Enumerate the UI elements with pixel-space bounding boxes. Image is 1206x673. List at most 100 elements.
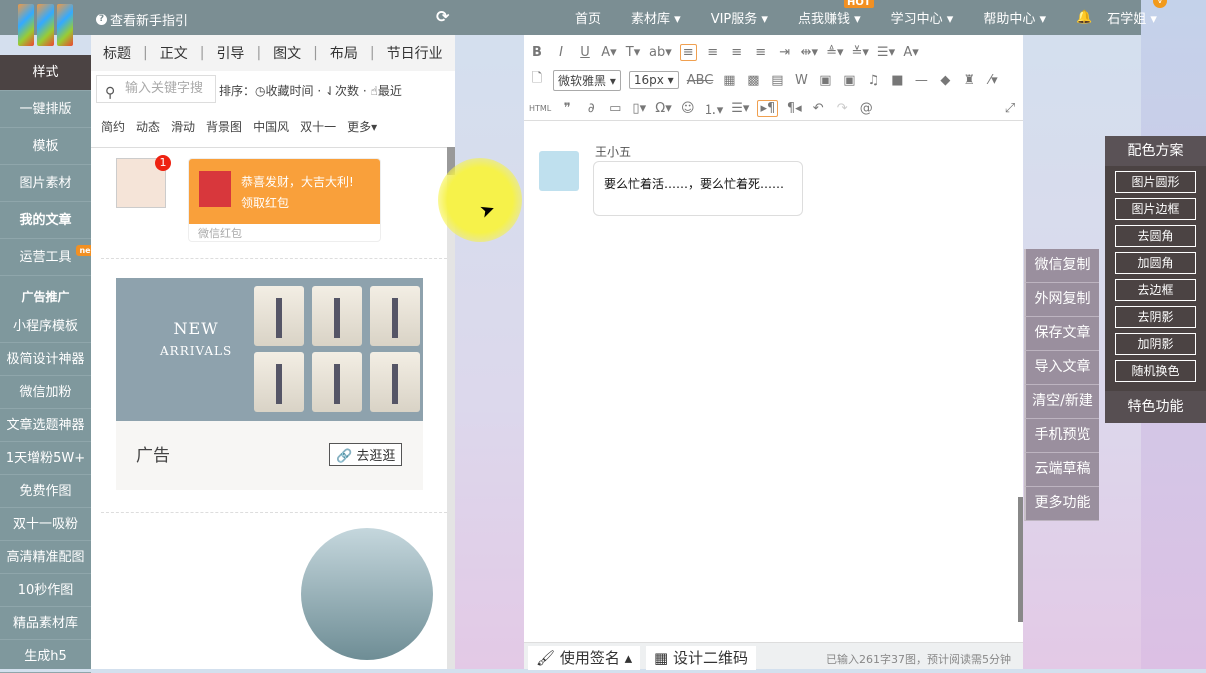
line-height-icon[interactable]: ☰▾ bbox=[877, 45, 895, 60]
align-right-icon[interactable]: ≡ bbox=[729, 45, 745, 60]
redo-icon[interactable]: ↷ bbox=[834, 101, 850, 116]
scheme-button[interactable]: 去圆角 bbox=[1115, 225, 1196, 247]
ordered-list-icon[interactable]: ⒈▾ bbox=[704, 99, 724, 118]
refresh-icon[interactable]: ⟳ bbox=[436, 7, 449, 26]
tab-title[interactable]: 标题 bbox=[103, 43, 131, 63]
align-center-icon[interactable]: ≡ bbox=[705, 45, 721, 60]
scheme-button[interactable]: 去边框 bbox=[1115, 279, 1196, 301]
action-button[interactable]: 清空/新建 bbox=[1024, 385, 1099, 419]
tab-guide[interactable]: 引导 bbox=[216, 43, 244, 63]
go-shopping-button[interactable]: 🔗 去逛逛 bbox=[329, 443, 403, 466]
logo-135[interactable] bbox=[18, 4, 73, 46]
category-item[interactable]: 简约 bbox=[101, 118, 125, 135]
sidebar-ad-item[interactable]: 免费作图 bbox=[0, 475, 91, 508]
category-item[interactable]: 双十一 bbox=[300, 118, 336, 135]
bell-icon[interactable]: 🔔 bbox=[1076, 10, 1092, 25]
sidebar-item-ops-tools[interactable]: 运营工具 new bbox=[0, 239, 101, 276]
nav-earn[interactable]: HOT 点我赚钱 ▾ bbox=[798, 0, 874, 27]
action-button[interactable]: 微信复制 bbox=[1024, 249, 1099, 283]
format-brush-icon[interactable]: ♜ bbox=[961, 73, 977, 88]
sidebar-item-images[interactable]: 图片素材 bbox=[0, 165, 91, 202]
table-icon[interactable]: ▦ bbox=[721, 73, 737, 88]
letter-spacing-icon[interactable]: A▾ bbox=[903, 45, 919, 60]
undo-icon[interactable]: ↶ bbox=[810, 101, 826, 116]
horizontal-rule-icon[interactable]: — bbox=[913, 73, 929, 88]
sidebar-ad-item[interactable]: 微信加粉 bbox=[0, 376, 91, 409]
text-border-icon[interactable]: T▾ bbox=[625, 45, 641, 60]
sort-by-recent[interactable]: ☝最近 bbox=[371, 84, 402, 98]
category-item[interactable]: 中国风 bbox=[253, 118, 289, 135]
sidebar-ad-item[interactable]: 文章选题神器 bbox=[0, 409, 91, 442]
category-item[interactable]: 更多▾ bbox=[347, 118, 377, 135]
eraser-icon[interactable]: ◆ bbox=[937, 73, 953, 88]
category-item[interactable]: 背景图 bbox=[206, 118, 242, 135]
magic-wand-icon[interactable]: ⁄▾ bbox=[985, 73, 1001, 88]
sidebar-ad-item[interactable]: 10秒作图 bbox=[0, 574, 91, 607]
underline-icon[interactable]: U bbox=[577, 45, 593, 60]
design-qrcode-button[interactable]: ▦ 设计二维码 bbox=[646, 646, 756, 670]
red-packet-style[interactable]: 恭喜发财，大吉大利! 领取红包 微信红包 bbox=[188, 158, 381, 242]
action-button[interactable]: 手机预览 bbox=[1024, 419, 1099, 453]
tab-layout[interactable]: 布局 bbox=[330, 43, 358, 63]
search-replace-icon[interactable]: @ bbox=[858, 101, 874, 116]
nav-vip[interactable]: VIP服务 ▾ bbox=[711, 8, 768, 27]
sidebar-ad-item[interactable]: 1天增粉5W+ bbox=[0, 442, 91, 475]
quote-icon[interactable]: ❞ bbox=[559, 101, 575, 116]
sort-by-count[interactable]: ⇃次数 bbox=[325, 84, 359, 98]
color-scheme-title[interactable]: 配色方案 bbox=[1105, 136, 1206, 166]
strikethrough-icon[interactable]: ABC bbox=[687, 73, 714, 88]
para-before-icon[interactable]: ≜▾ bbox=[826, 45, 843, 60]
font-size-select[interactable]: 16px ▾ bbox=[628, 71, 679, 89]
align-left-icon[interactable]: ≡ bbox=[679, 43, 697, 61]
special-char-icon[interactable]: Ω▾ bbox=[655, 101, 671, 116]
sidebar-item-auto-layout[interactable]: 一键排版 bbox=[0, 91, 91, 128]
editor-scrollbar[interactable] bbox=[1018, 497, 1023, 622]
scheme-button[interactable]: 图片边框 bbox=[1115, 198, 1196, 220]
bold-icon[interactable]: B bbox=[529, 45, 545, 60]
unordered-list-icon[interactable]: ☰▾ bbox=[731, 101, 749, 116]
sidebar-item-my-articles[interactable]: 我的文章 bbox=[0, 202, 91, 239]
rtl-icon[interactable]: ¶◂ bbox=[786, 101, 802, 116]
nav-help[interactable]: 帮助中心 ▾ bbox=[983, 8, 1046, 27]
justify-icon[interactable]: ≡ bbox=[753, 45, 769, 60]
sidebar-ad-item[interactable]: 极简设计神器 bbox=[0, 343, 91, 376]
video-icon[interactable]: ■ bbox=[889, 73, 905, 88]
category-item[interactable]: 动态 bbox=[136, 118, 160, 135]
bridge-image-style[interactable] bbox=[131, 528, 433, 669]
tab-body[interactable]: 正文 bbox=[160, 43, 188, 63]
sidebar-ad-item[interactable]: 精品素材库 bbox=[0, 607, 91, 640]
spacing-icon[interactable]: ⇹▾ bbox=[801, 45, 818, 60]
sidebar-ad-item[interactable]: 双十一吸粉 bbox=[0, 508, 91, 541]
features-tab[interactable]: 特色功能 bbox=[1105, 391, 1206, 423]
use-signature-button[interactable]: 🖌 使用签名 ▴ bbox=[528, 646, 641, 670]
search-input[interactable]: ⚲ 输入关键字搜 bbox=[96, 75, 216, 103]
beginner-guide-link[interactable]: ? 查看新手指引 bbox=[96, 10, 188, 29]
music-icon[interactable]: ♫ bbox=[865, 73, 881, 88]
action-button[interactable]: 导入文章 bbox=[1024, 351, 1099, 385]
font-family-select[interactable]: 微软雅黑 ▾ bbox=[553, 69, 621, 91]
scheme-button[interactable]: 加阴影 bbox=[1115, 333, 1196, 355]
action-button[interactable]: 更多功能 bbox=[1024, 487, 1099, 521]
word-image-icon[interactable]: ▤ bbox=[769, 73, 785, 88]
indent-icon[interactable]: ⇥ bbox=[777, 45, 793, 60]
action-button[interactable]: 云端草稿 bbox=[1024, 453, 1099, 487]
ltr-icon[interactable]: ▸¶ bbox=[757, 99, 779, 117]
html-icon[interactable]: HTML bbox=[529, 104, 551, 113]
image-table-icon[interactable]: ▩ bbox=[745, 73, 761, 88]
word-import-icon[interactable]: W bbox=[793, 73, 809, 88]
template-icon[interactable]: ▭ bbox=[607, 101, 623, 116]
scheme-button[interactable]: 图片圆形 bbox=[1115, 171, 1196, 193]
sidebar-ad-item[interactable]: 小程序模板 bbox=[0, 310, 91, 343]
link-icon[interactable]: ∂ bbox=[583, 101, 599, 116]
action-button[interactable]: 保存文章 bbox=[1024, 317, 1099, 351]
sidebar-item-templates[interactable]: 模板 bbox=[0, 128, 91, 165]
fullscreen-icon[interactable]: ⤢ bbox=[1002, 101, 1018, 116]
sidebar-item-styles[interactable]: 样式 bbox=[0, 55, 91, 91]
nav-home[interactable]: 首页 bbox=[575, 8, 601, 27]
italic-icon[interactable]: I bbox=[553, 45, 569, 60]
scheme-button[interactable]: 去阴影 bbox=[1115, 306, 1196, 328]
message-text[interactable]: 要么忙着活……，要么忙着死…… bbox=[593, 161, 803, 216]
sidebar-ad-item[interactable]: 生成h5 bbox=[0, 640, 91, 673]
background-icon[interactable]: ▯▾ bbox=[631, 101, 647, 116]
tab-image-text[interactable]: 图文 bbox=[273, 43, 301, 63]
